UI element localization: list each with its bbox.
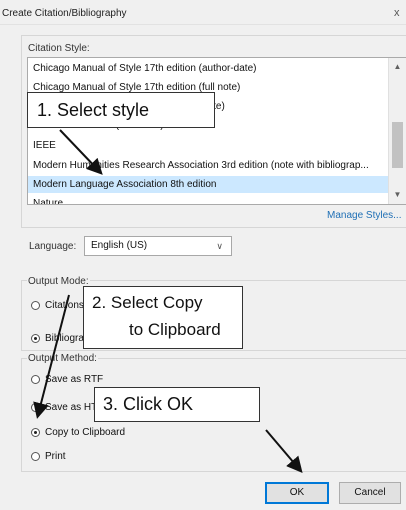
annotation-arrows (33, 129, 303, 474)
callout-step2: 2. Select Copy to Clipboard (83, 286, 243, 349)
arrow-step3 (265, 429, 303, 474)
callout-step3: 3. Click OK (94, 387, 260, 422)
arrow-step2 (33, 294, 70, 419)
callout-step1-text: 1. Select style (37, 100, 150, 120)
callout-step2-line1: 2. Select Copy (92, 293, 203, 312)
callout-step3-text: 3. Click OK (103, 394, 194, 414)
callout-step1: 1. Select style (27, 92, 215, 128)
arrow-step1 (59, 129, 103, 175)
callout-step2-line2: to Clipboard (129, 320, 221, 339)
